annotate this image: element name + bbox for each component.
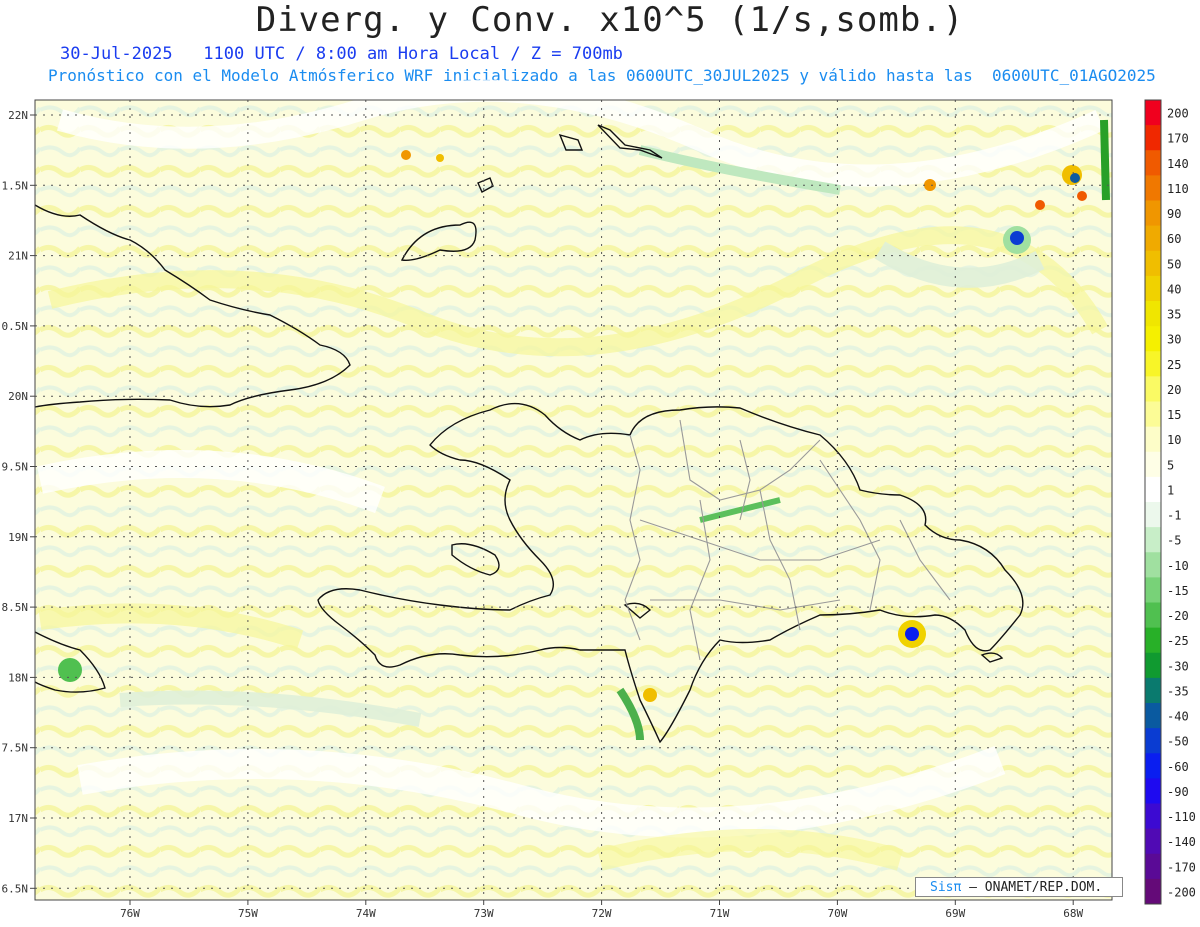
lat-tick-label: 19N [8, 531, 28, 544]
colorbar-swatch [1145, 652, 1161, 679]
colorbar-swatch [1145, 301, 1161, 327]
colorbar-swatch [1145, 451, 1161, 478]
colorbar-swatch [1145, 753, 1161, 779]
colorbar-label: 15 [1167, 408, 1181, 422]
colorbar-label: -20 [1167, 609, 1189, 623]
colorbar-label: -50 [1167, 735, 1189, 749]
colorbar-label: -140 [1167, 835, 1196, 849]
colorbar-label: 5 [1167, 458, 1174, 472]
colorbar-swatch [1145, 728, 1161, 754]
lat-tick-label: 9.5N [2, 461, 29, 474]
lon-tick-label: 71W [710, 907, 730, 920]
colorbar-swatch [1145, 677, 1161, 704]
colorbar-swatch [1145, 426, 1161, 453]
colorbar-swatch [1145, 577, 1161, 603]
colorbar-label: 20 [1167, 383, 1181, 397]
colorbar-label: -5 [1167, 534, 1181, 548]
lat-tick-label: 22N [8, 109, 28, 122]
colorbar-swatch [1145, 828, 1161, 855]
colorbar-label: 1 [1167, 483, 1174, 497]
lat-tick-label: 0.5N [2, 320, 29, 333]
colorbar-label: -35 [1167, 684, 1189, 698]
colorbar-label: 200 [1167, 107, 1189, 121]
lat-tick-label: 8.5N [2, 601, 29, 614]
colorbar-label: -90 [1167, 785, 1189, 799]
colorbar-label: -200 [1167, 885, 1196, 899]
lon-tick-label: 75W [238, 907, 258, 920]
colorbar-swatch [1145, 200, 1161, 227]
colorbar-swatch [1145, 878, 1161, 905]
lon-tick-label: 76W [120, 907, 140, 920]
colorbar-swatch [1145, 803, 1161, 830]
colorbar-label: 35 [1167, 308, 1181, 322]
colorbar-label: 25 [1167, 358, 1181, 372]
lat-tick-label: 20N [8, 390, 28, 403]
colorbar-label: -25 [1167, 634, 1189, 648]
colorbar-swatch [1145, 476, 1161, 503]
colorbar-label: 60 [1167, 232, 1181, 246]
colorbar-label: -110 [1167, 810, 1196, 824]
colorbar-swatch [1145, 376, 1161, 402]
colorbar-swatch [1145, 351, 1161, 377]
lon-tick-label: 70W [827, 907, 847, 920]
colorbar-label: -170 [1167, 860, 1196, 874]
colorbar-swatch [1145, 150, 1161, 176]
colorbar-swatch [1145, 250, 1161, 277]
lat-tick-label: 17N [8, 812, 28, 825]
colorbar-label: 170 [1167, 132, 1189, 146]
colorbar-swatch [1145, 527, 1161, 553]
sispi-logo: Sisπ [930, 880, 962, 895]
colorbar-label: -1 [1167, 509, 1181, 523]
lat-tick-label: 18N [8, 671, 28, 684]
colorbar-label: -40 [1167, 710, 1189, 724]
credit-org: – ONAMET/REP.DOM. [969, 880, 1103, 895]
colorbar-swatch [1145, 778, 1161, 804]
colorbar-label: 90 [1167, 207, 1181, 221]
lon-tick-label: 74W [356, 907, 376, 920]
colorbar-swatch [1145, 853, 1161, 880]
colorbar-label: -15 [1167, 584, 1189, 598]
colorbar-swatch [1145, 502, 1161, 528]
colorbar-swatch [1145, 627, 1161, 654]
colorbar-swatch [1145, 175, 1161, 201]
lat-axis: 22N 1.5N 21N 0.5N 20N 9.5N 19N 8.5N 18N 7.5N 17N 6.… [2, 109, 35, 895]
colorbar-swatch [1145, 275, 1161, 302]
colorbar: 200 170 140 110 90 60 50 40 35 30 25 20 15 10 5 1 -1 -5 -1… [1144, 99, 1196, 905]
colorbar-label: 40 [1167, 282, 1181, 296]
lon-axis: 76W 75W 74W 73W 72W 71W 70W 69W 68W [120, 900, 1084, 920]
colorbar-swatch [1145, 703, 1161, 729]
credit-box: Sisπ – ONAMET/REP.DOM. [915, 877, 1123, 897]
lon-tick-label: 69W [945, 907, 965, 920]
lat-tick-label: 21N [8, 250, 28, 263]
lon-tick-label: 73W [474, 907, 494, 920]
colorbar-swatch [1145, 225, 1161, 252]
lat-tick-label: 6.5N [2, 882, 29, 895]
colorbar-label: 30 [1167, 333, 1181, 347]
colorbar-swatch [1145, 100, 1161, 126]
colorbar-swatch [1145, 401, 1161, 428]
lon-tick-label: 72W [592, 907, 612, 920]
lon-tick-label: 68W [1063, 907, 1083, 920]
colorbar-label: 50 [1167, 257, 1181, 271]
colorbar-label: -60 [1167, 760, 1189, 774]
divergence-map: 22N 1.5N 21N 0.5N 20N 9.5N 19N 8.5N 18N 7.5N 17N 6.… [2, 79, 1196, 920]
colorbar-label: 140 [1167, 157, 1189, 171]
colorbar-swatch [1145, 326, 1161, 352]
lat-tick-label: 7.5N [2, 742, 29, 755]
colorbar-label: 110 [1167, 182, 1189, 196]
lat-tick-label: 1.5N [2, 179, 29, 192]
colorbar-label: 10 [1167, 433, 1181, 447]
colorbar-swatch [1145, 602, 1161, 629]
colorbar-label: -10 [1167, 559, 1189, 573]
colorbar-label: -30 [1167, 659, 1189, 673]
colorbar-swatch [1145, 125, 1161, 151]
colorbar-swatch [1145, 552, 1161, 578]
